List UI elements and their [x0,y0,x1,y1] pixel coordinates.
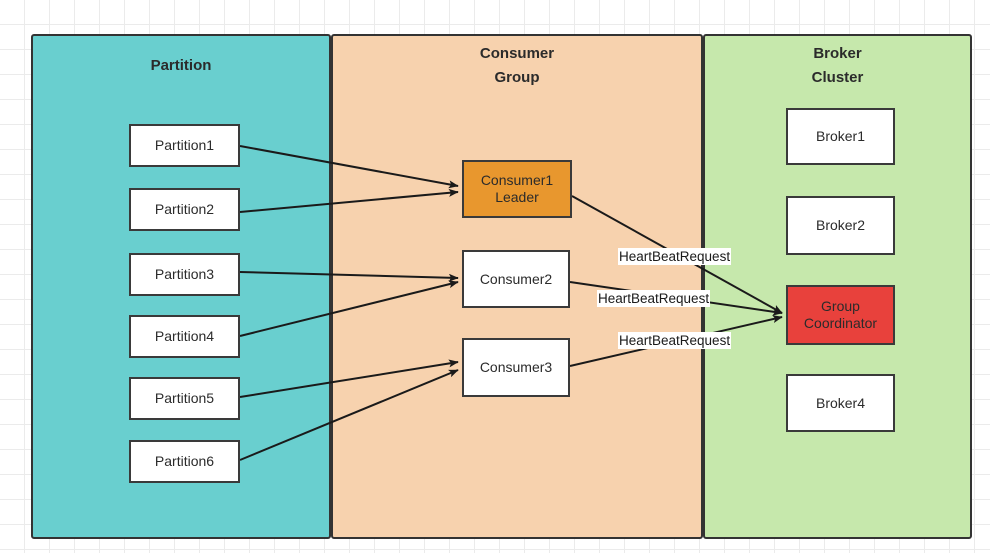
node-partition1[interactable]: Partition1 [129,124,240,167]
node-consumer3[interactable]: Consumer3 [462,338,570,397]
diagram-canvas: Partition Consumer Group Broker Cluster … [0,0,990,553]
node-group-coordinator[interactable]: Group Coordinator [786,285,895,345]
panel-partition-title: Partition [150,57,212,74]
node-broker4-label: Broker4 [815,394,866,411]
node-partition6[interactable]: Partition6 [129,440,240,483]
node-partition4[interactable]: Partition4 [129,315,240,358]
node-partition2[interactable]: Partition2 [129,188,240,231]
panel-consumer-group-title: Consumer Group [479,45,555,86]
node-consumer3-label: Consumer3 [479,359,553,375]
edge-label-heartbeat-2: HeartBeatRequest [597,290,711,307]
node-consumer1-label: Consumer1 Leader [480,172,554,205]
node-broker1-label: Broker1 [815,128,866,144]
node-consumer1-leader[interactable]: Consumer1 Leader [462,160,572,218]
edge-label-heartbeat-3: HeartBeatRequest [618,332,732,349]
node-broker1[interactable]: Broker1 [786,108,895,165]
node-coordinator-label: Group Coordinator [803,298,878,331]
node-consumer2[interactable]: Consumer2 [462,250,570,308]
node-partition3[interactable]: Partition3 [129,253,240,296]
node-broker2-label: Broker2 [815,217,866,233]
edge-label-heartbeat-1: HeartBeatRequest [618,248,732,265]
node-partition2-label: Partition2 [154,201,215,217]
node-partition3-label: Partition3 [154,266,215,282]
node-partition5-label: Partition5 [154,390,215,406]
node-broker2[interactable]: Broker2 [786,196,895,255]
node-partition4-label: Partition4 [154,328,215,344]
node-partition5[interactable]: Partition5 [129,377,240,420]
node-consumer2-label: Consumer2 [479,270,553,287]
node-partition1-label: Partition1 [154,137,215,153]
node-partition6-label: Partition6 [154,453,215,469]
node-broker4[interactable]: Broker4 [786,374,895,432]
panel-broker-cluster-title: Broker Cluster [811,45,864,86]
